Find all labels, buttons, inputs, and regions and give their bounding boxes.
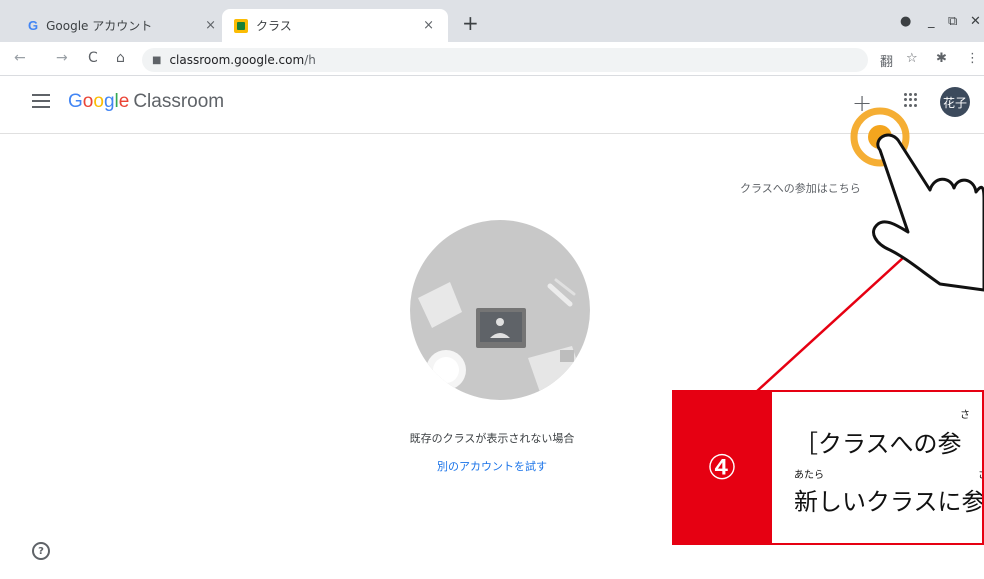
- translate-icon[interactable]: 翻: [880, 51, 893, 70]
- tab-classroom[interactable]: クラス ×: [222, 9, 448, 42]
- instruction-callout: ④ さ ［クラスへの参 あたら さ 新しいクラスに参: [672, 390, 984, 545]
- tab-close-button[interactable]: ×: [423, 18, 434, 33]
- classroom-icon: [234, 18, 248, 33]
- url-path: /h: [304, 53, 316, 67]
- bookmark-star-icon[interactable]: ☆: [906, 51, 918, 66]
- close-window-button[interactable]: ✕: [970, 14, 981, 29]
- minimize-button[interactable]: _: [928, 14, 935, 29]
- google-apps-icon[interactable]: [904, 93, 918, 107]
- logo-letter: G: [68, 91, 83, 112]
- browser-tab-strip: G Google アカウント × クラス × + ● _ ⧉ ✕: [0, 0, 984, 42]
- ruby-annotation: さ: [960, 410, 970, 421]
- google-g-icon: G: [28, 18, 39, 33]
- lock-icon: ■: [152, 54, 162, 66]
- add-class-button[interactable]: +: [852, 89, 872, 117]
- back-arrow-icon[interactable]: ←: [14, 50, 26, 66]
- join-class-hint: クラスへの参加はこちら: [740, 182, 861, 195]
- restore-button[interactable]: ⧉: [948, 14, 957, 29]
- step-number-badge: ④: [672, 390, 772, 545]
- ruby-annotation: さ: [978, 466, 982, 481]
- home-icon[interactable]: ⌂: [116, 50, 125, 66]
- forward-arrow-icon[interactable]: →: [56, 50, 68, 66]
- callout-line-2: 新しいクラスに参: [794, 488, 984, 516]
- profile-icon[interactable]: ●: [900, 14, 911, 29]
- url-host: classroom.google.com: [169, 53, 305, 67]
- browser-toolbar: ← → C ⌂ ■ classroom.google.com /h 翻 ☆ ✱ …: [0, 42, 984, 76]
- callout-line-1: ［クラスへの参: [794, 430, 962, 458]
- logo-letter: o: [82, 91, 94, 112]
- help-icon[interactable]: ?: [32, 542, 50, 560]
- logo-product-name: Classroom: [133, 91, 225, 112]
- avatar[interactable]: 花子: [940, 87, 970, 117]
- tab-google-account[interactable]: G Google アカウント ×: [12, 9, 230, 42]
- tab-close-button[interactable]: ×: [205, 18, 216, 33]
- leader-dot-icon: [933, 221, 943, 231]
- address-bar[interactable]: ■ classroom.google.com /h: [142, 48, 868, 72]
- callout-body: さ ［クラスへの参 あたら さ 新しいクラスに参: [772, 390, 984, 545]
- app-header: Google Classroom + 花子: [0, 77, 984, 134]
- new-tab-button[interactable]: +: [462, 11, 479, 35]
- reload-icon[interactable]: C: [88, 50, 98, 66]
- google-classroom-logo[interactable]: Google Classroom: [68, 91, 224, 113]
- extensions-icon[interactable]: ✱: [936, 51, 947, 66]
- main-menu-icon[interactable]: [32, 94, 50, 108]
- leader-line: [755, 225, 939, 393]
- empty-state-illustration: [410, 220, 590, 400]
- pointing-hand-icon: [872, 133, 984, 292]
- ruby-annotation: あたら: [794, 470, 824, 481]
- classroom-illustration-icon: [418, 278, 586, 398]
- logo-letter: g: [103, 91, 115, 112]
- browser-menu-icon[interactable]: ⋮: [966, 51, 979, 66]
- logo-letter: o: [93, 91, 104, 112]
- logo-letter: e: [118, 91, 130, 112]
- tab-title: Google アカウント: [46, 19, 153, 33]
- tab-title: クラス: [256, 19, 292, 33]
